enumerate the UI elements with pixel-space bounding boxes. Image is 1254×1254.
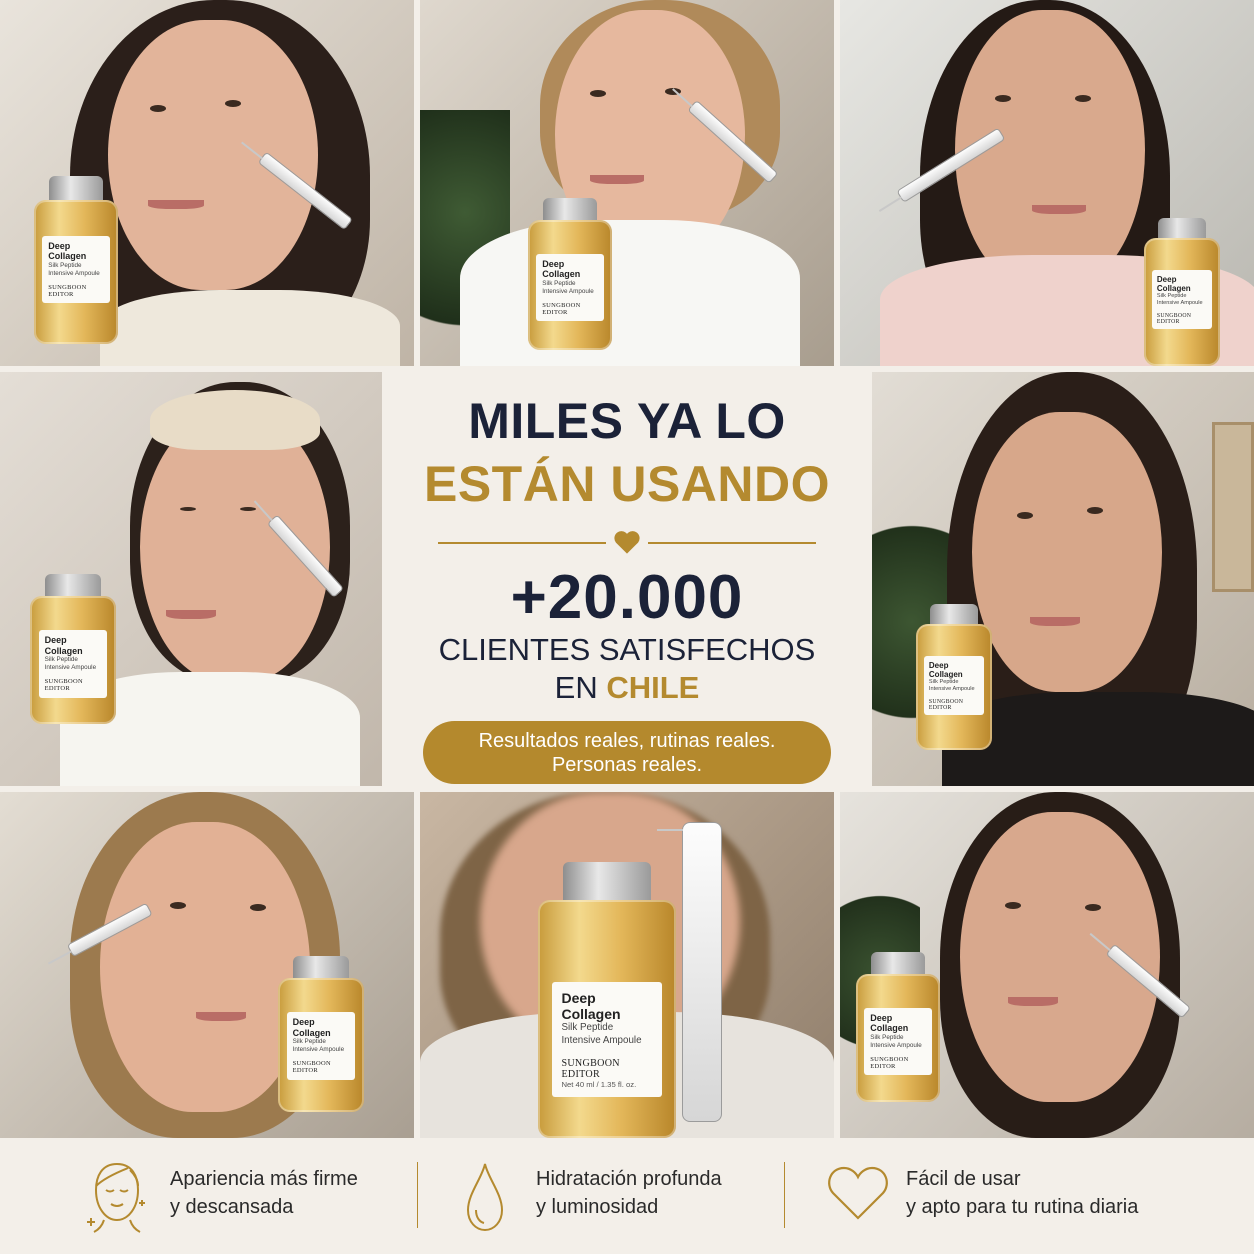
testimonial-photo-3: Deep Collagen Silk Peptide Intensive Amp… — [840, 0, 1254, 366]
product-brand: SUNGBOON EDITOR — [542, 302, 581, 317]
heart-icon — [614, 531, 640, 554]
product-subtitle: Silk Peptide — [48, 261, 82, 269]
product-bottle: Deep Collagen Silk Peptide Intensive Amp… — [1144, 218, 1220, 366]
product-brand: SUNGBOON EDITOR — [292, 1060, 331, 1075]
product-subtitle: Silk Peptide — [44, 655, 78, 663]
testimonial-photo-7: Deep Collagen Silk Peptide Intensive Amp… — [420, 792, 834, 1138]
product-type: Intensive Ampoule — [292, 1045, 345, 1053]
product-name: Deep Collagen — [44, 635, 83, 656]
product-subtitle: Silk Peptide — [870, 1033, 904, 1041]
product-volume: Net 40 ml / 1.35 fl. oz. — [561, 1079, 637, 1089]
features-bar: Apariencia más firme y descansada Hidrat… — [0, 1138, 1254, 1254]
divider-left — [438, 542, 606, 544]
divider-right — [648, 542, 816, 544]
feature-easy-use-line2: y apto para tu rutina diaria — [906, 1196, 1139, 1218]
product-name: Deep Collagen — [48, 241, 87, 262]
product-bottle: Deep Collagen Silk Peptide Intensive Amp… — [34, 176, 118, 344]
feature-firmness-line2: y descansada — [170, 1196, 294, 1218]
feature-hydration: Hidratación profunda y luminosidad — [418, 1138, 784, 1254]
testimonial-photo-8: Deep Collagen Silk Peptide Intensive Amp… — [840, 792, 1254, 1138]
feature-firmness-line1: Apariencia más firme — [170, 1168, 358, 1190]
product-subtitle: Silk Peptide — [928, 678, 959, 685]
product-type: Intensive Ampoule — [870, 1041, 922, 1049]
headline-line1: MILES YA LO — [468, 393, 786, 449]
testimonial-photo-5: Deep Collagen Silk Peptide Intensive Amp… — [872, 372, 1254, 786]
product-name: Deep Collagen — [292, 1017, 331, 1038]
product-name: Deep Collagen — [870, 1013, 909, 1034]
product-brand: SUNGBOON EDITOR — [48, 284, 87, 299]
headline-panel: MILES YA LO ESTÁN USANDO +20.000 CLIENTE… — [382, 366, 872, 786]
feature-easy-use: Fácil de usar y apto para tu rutina diar… — [785, 1138, 1254, 1254]
product-subtitle: Silk Peptide — [561, 1022, 614, 1034]
product-name: Deep Collagen — [542, 259, 581, 280]
feature-hydration-line2: y luminosidad — [536, 1196, 659, 1218]
product-type: Intensive Ampoule — [561, 1034, 642, 1046]
product-brand: SUNGBOON EDITOR — [1156, 312, 1192, 325]
product-bottle: Deep Collagen Silk Peptide Intensive Amp… — [916, 604, 992, 750]
country-label: EN CHILE — [382, 670, 872, 706]
testimonial-photo-1: Deep Collagen Silk Peptide Intensive Amp… — [0, 0, 414, 366]
product-type: Intensive Ampoule — [928, 685, 975, 692]
headline-line2: ESTÁN USANDO — [423, 456, 831, 512]
syringe — [657, 822, 722, 1122]
product-brand: SUNGBOON EDITOR — [870, 1056, 909, 1071]
product-subtitle: Silk Peptide — [542, 279, 576, 287]
product-subtitle: Silk Peptide — [1156, 292, 1187, 299]
product-type: Intensive Ampoule — [44, 663, 97, 671]
product-brand: SUNGBOON EDITOR — [928, 698, 964, 711]
product-type: Intensive Ampoule — [1156, 299, 1203, 306]
product-bottle: Deep Collagen Silk Peptide Intensive Amp… — [856, 952, 940, 1102]
product-bottle-closeup: Deep Collagen Silk Peptide Intensive Amp… — [538, 862, 676, 1138]
testimonial-photo-6: Deep Collagen Silk Peptide Intensive Amp… — [0, 792, 414, 1138]
product-bottle: Deep Collagen Silk Peptide Intensive Amp… — [528, 198, 612, 350]
tagline-pill: Resultados reales, rutinas reales. Perso… — [423, 721, 831, 784]
product-name: Deep Collagen — [561, 990, 621, 1023]
face-sparkle-icon — [87, 1162, 145, 1233]
testimonial-photo-2: Deep Collagen Silk Peptide Intensive Amp… — [420, 0, 834, 366]
product-name: Deep Collagen — [928, 660, 963, 679]
product-name: Deep Collagen — [1156, 274, 1191, 293]
tagline-line2: Personas reales. — [551, 754, 703, 776]
product-brand: SUNGBOON EDITOR — [561, 1057, 620, 1080]
product-bottle: Deep Collagen Silk Peptide Intensive Amp… — [278, 956, 364, 1112]
testimonial-photo-4: Deep Collagen Silk Peptide Intensive Amp… — [0, 372, 382, 786]
product-brand: SUNGBOON EDITOR — [44, 678, 83, 693]
feature-easy-use-line1: Fácil de usar — [906, 1168, 1021, 1190]
product-subtitle: Silk Peptide — [292, 1037, 326, 1045]
feature-firmness: Apariencia más firme y descansada — [0, 1138, 414, 1254]
feature-hydration-line1: Hidratación profunda — [536, 1168, 722, 1190]
water-drop-icon — [466, 1163, 504, 1232]
customers-label: CLIENTES SATISFECHOS — [438, 632, 816, 667]
customer-count: +20.000 — [510, 563, 744, 632]
product-bottle: Deep Collagen Silk Peptide Intensive Amp… — [30, 574, 116, 724]
heart-outline-icon — [828, 1166, 888, 1220]
product-type: Intensive Ampoule — [542, 287, 594, 295]
tagline-line1: Resultados reales, rutinas reales. — [478, 730, 776, 752]
product-type: Intensive Ampoule — [48, 269, 100, 277]
country-name: CHILE — [606, 670, 700, 705]
country-prefix: EN — [554, 670, 607, 705]
